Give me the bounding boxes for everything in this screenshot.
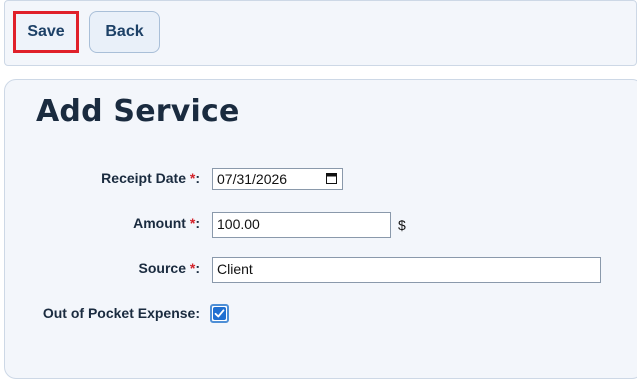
back-button[interactable]: Back — [89, 11, 160, 53]
page-title: Add Service — [36, 94, 240, 129]
required-marker: * — [189, 170, 196, 186]
source-input[interactable]: Client — [212, 257, 601, 283]
amount-label: Amount *: — [133, 215, 200, 231]
required-marker: * — [189, 215, 196, 231]
out-of-pocket-label: Out of Pocket Expense: — [42, 305, 200, 321]
amount-value: 100.00 — [217, 216, 260, 232]
calendar-icon[interactable] — [326, 172, 337, 184]
currency-symbol: $ — [398, 217, 406, 233]
checkbox-fill — [213, 307, 226, 320]
required-marker: * — [189, 260, 196, 276]
amount-label-text: Amount — [133, 215, 186, 231]
checkmark-icon — [214, 309, 225, 318]
amount-input[interactable]: 100.00 — [212, 212, 391, 238]
receipt-date-input[interactable]: 07/31/2026 — [212, 168, 343, 190]
source-value: Client — [217, 261, 253, 277]
out-of-pocket-checkbox[interactable] — [210, 304, 229, 323]
source-label: Source *: — [138, 260, 200, 276]
receipt-date-label-text: Receipt Date — [101, 170, 186, 186]
save-button[interactable]: Save — [13, 11, 79, 53]
receipt-date-value: 07/31/2026 — [217, 171, 288, 187]
receipt-date-label: Receipt Date *: — [101, 170, 200, 186]
source-label-text: Source — [138, 260, 186, 276]
